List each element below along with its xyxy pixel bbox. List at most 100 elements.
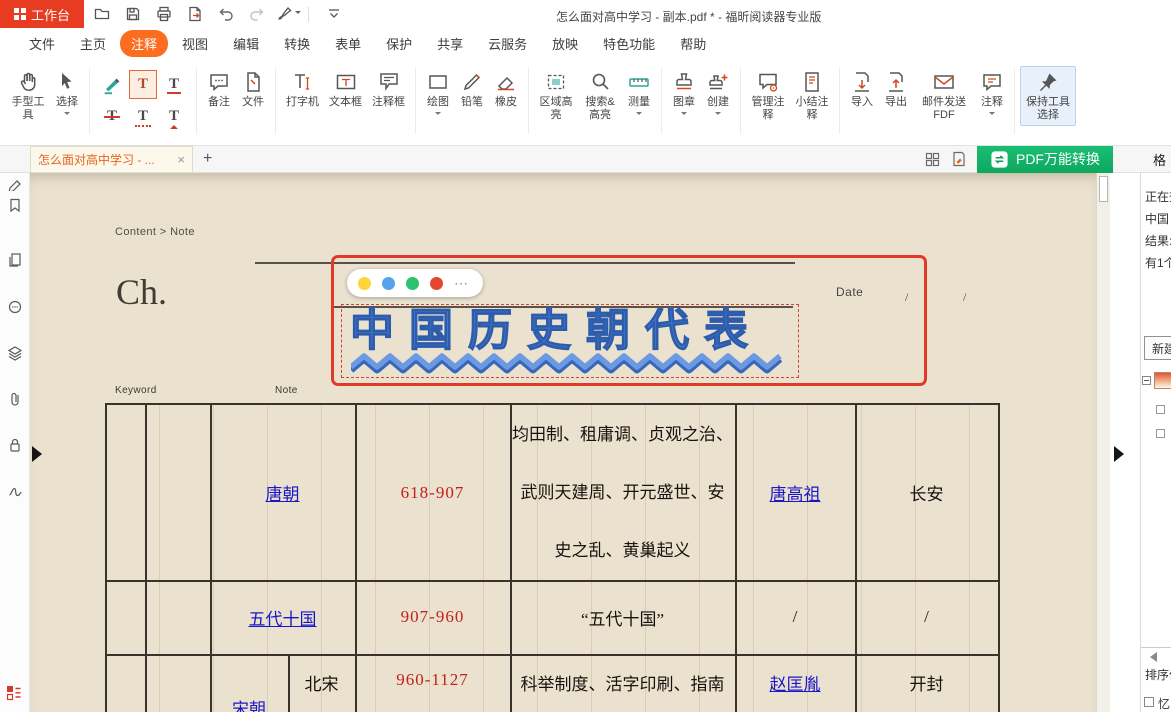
table-cell-founder: 唐高祖 (735, 405, 855, 580)
undo-button[interactable] (213, 2, 239, 26)
selected-text-annotation[interactable]: 中国历史朝代表 (341, 304, 799, 378)
scrollbar-thumb[interactable] (1099, 176, 1108, 202)
menu-form[interactable]: 表单 (324, 30, 372, 57)
select-tool-button[interactable]: 选择 (50, 66, 84, 122)
document-main-title[interactable]: 中国历史朝代表 (350, 305, 790, 356)
create-stamp-icon (706, 70, 730, 94)
new-tab-button[interactable]: + (193, 150, 222, 168)
menu-file[interactable]: 文件 (18, 30, 66, 57)
customize-toolbar-button[interactable] (321, 2, 347, 26)
measure-tool-button[interactable]: 测量 (622, 66, 656, 122)
more-colors-button[interactable]: ⋯ (454, 278, 468, 288)
signature-panel-button[interactable] (7, 483, 23, 499)
stamp-thumbnail[interactable] (1154, 372, 1171, 389)
textbox-tool-button[interactable]: 文本框 (324, 66, 367, 113)
new-item-button[interactable]: 新建 (1144, 336, 1171, 360)
attachments-panel-button[interactable] (7, 391, 23, 407)
summarize-comments-button[interactable]: 小结注释 (790, 66, 834, 126)
workspace-button[interactable]: 工作台 (0, 0, 84, 28)
menu-present[interactable]: 放映 (541, 30, 589, 57)
hand-tool-button[interactable]: 手型工具 (6, 66, 50, 126)
stamp-tool-button[interactable]: 图章 (667, 66, 701, 122)
draw-tool-button[interactable]: 绘图 (421, 66, 455, 122)
organizer-button[interactable] (5, 684, 23, 702)
color-green-button[interactable] (406, 277, 419, 290)
search-highlight-tool-button[interactable]: 搜索&高亮 (578, 66, 622, 126)
draw-tool-label: 绘图 (427, 96, 449, 109)
keep-tool-selected-button[interactable]: 保持工具选择 (1020, 66, 1076, 126)
redo-button[interactable] (244, 2, 270, 26)
area-highlight-tool-button[interactable]: 区域高亮 (534, 66, 578, 126)
tab-grid-view-button[interactable] (924, 151, 941, 168)
note-tool-button[interactable]: 备注 (202, 66, 236, 113)
pdf-convert-button[interactable]: PDF万能转换 (977, 146, 1113, 173)
event-line: 武则天建周、开元盛世、安 (521, 464, 725, 522)
option-checkbox[interactable] (1144, 697, 1154, 707)
file-attach-tool-button[interactable]: 文件 (236, 66, 270, 113)
expand-right-panel-arrow[interactable] (1114, 446, 1132, 462)
tree-collapse-icon[interactable] (1142, 376, 1151, 385)
save-button[interactable] (120, 2, 146, 26)
strikethrough-tool-button[interactable]: T (98, 102, 126, 131)
import-label: 导入 (851, 96, 873, 109)
security-panel-button[interactable] (7, 437, 23, 453)
sort-by-label[interactable]: 排序依 (1145, 666, 1171, 683)
menu-convert[interactable]: 转换 (273, 30, 321, 57)
menu-home[interactable]: 主页 (69, 30, 117, 57)
export-comments-button[interactable]: 导出 (879, 66, 913, 113)
export-page-button[interactable] (182, 2, 208, 26)
list-checkbox[interactable] (1156, 405, 1165, 414)
menu-help[interactable]: 帮助 (669, 30, 717, 57)
color-blue-button[interactable] (382, 277, 395, 290)
menu-features[interactable]: 特色功能 (592, 30, 666, 57)
manage-comments-button[interactable]: 管理注释 (746, 66, 790, 126)
insert-text-tool-button[interactable]: T (160, 102, 188, 131)
print-button[interactable] (151, 2, 177, 26)
signature-icon (7, 483, 23, 499)
typewriter-tool-button[interactable]: 打字机 (281, 66, 324, 113)
menu-view[interactable]: 视图 (171, 30, 219, 57)
menu-cloud[interactable]: 云服务 (477, 30, 538, 57)
list-checkbox[interactable] (1156, 429, 1165, 438)
pencil-tool-button[interactable]: 铅笔 (455, 66, 489, 113)
menu-share[interactable]: 共享 (426, 30, 474, 57)
menu-comment[interactable]: 注释 (120, 30, 168, 57)
squiggly-underline-tool-button[interactable]: T (129, 102, 157, 131)
highlighter-tool-button[interactable] (98, 70, 126, 99)
format-brush-button[interactable] (275, 2, 301, 26)
scroll-left-arrow[interactable] (1145, 652, 1157, 662)
eraser-tool-button[interactable]: 橡皮 (489, 66, 523, 113)
underline-tool-button[interactable]: T (160, 70, 188, 99)
comment-circle-icon (7, 299, 23, 315)
pages-icon (7, 252, 23, 268)
toolbar-separator (89, 68, 90, 134)
text-highlight-tool-button[interactable]: T (129, 70, 157, 99)
comments-panel-button[interactable] (7, 299, 23, 315)
table-grid-line (105, 405, 107, 712)
color-yellow-button[interactable] (358, 277, 371, 290)
import-comments-button[interactable]: 导入 (845, 66, 879, 113)
menu-protect[interactable]: 保护 (375, 30, 423, 57)
tab-document-list-button[interactable] (950, 150, 968, 168)
expand-left-panel-arrow[interactable] (32, 446, 50, 462)
grid-icon (924, 151, 941, 168)
pages-panel-button[interactable] (7, 252, 23, 268)
create-stamp-button[interactable]: 创建 (701, 66, 735, 122)
right-panel-partial: 正在查 中国 位 结果: 有1个 新建 排序依 忆 (1140, 173, 1171, 712)
toolbar-separator (275, 68, 276, 134)
document-tab[interactable]: 怎么面对高中学习 - ... × (30, 146, 193, 172)
pdf-convert-label: PDF万能转换 (1016, 149, 1100, 169)
menu-edit[interactable]: 编辑 (222, 30, 270, 57)
tab-close-icon[interactable]: × (177, 153, 185, 166)
email-fdf-button[interactable]: 邮件发送FDF (913, 66, 975, 126)
open-file-button[interactable] (89, 2, 115, 26)
callout-tool-button[interactable]: 注释框 (367, 66, 410, 113)
printer-icon (155, 5, 173, 23)
table-cell-dynasty: 五代十国 (210, 580, 355, 654)
comment-dropdown-button[interactable]: 注释 (975, 66, 1009, 122)
format-panel-tab-partial[interactable]: 格 (1153, 150, 1166, 169)
layers-panel-button[interactable] (7, 345, 23, 361)
color-red-button[interactable] (430, 277, 443, 290)
fill-sign-pen-button[interactable] (7, 175, 23, 191)
bookmarks-panel-button[interactable] (7, 197, 23, 213)
